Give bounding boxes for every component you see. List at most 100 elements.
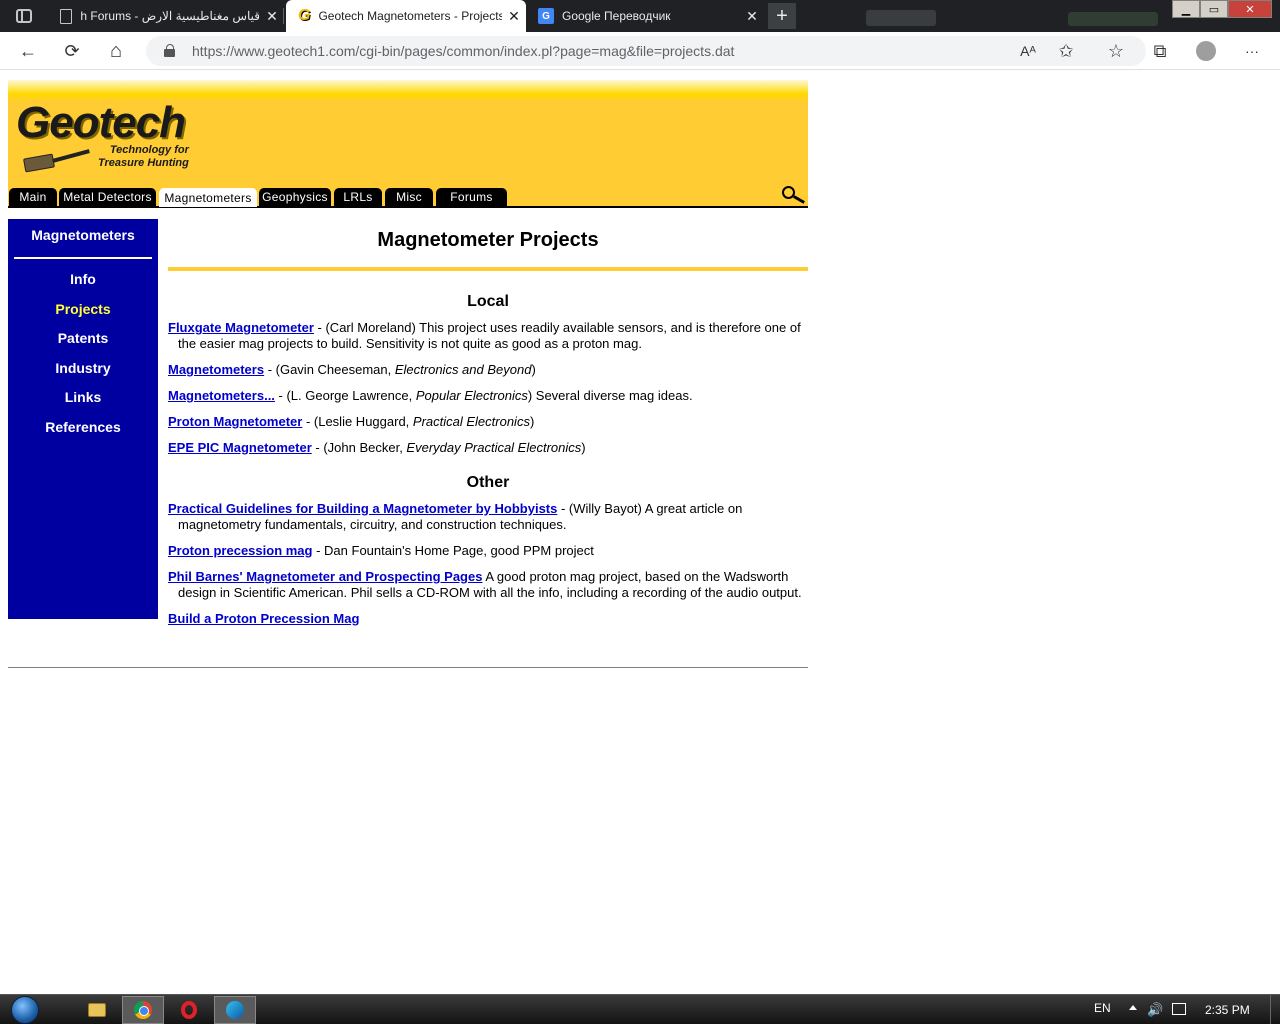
list-item: Practical Guidelines for Building a Magn…	[168, 501, 808, 533]
sidebar-item-projects[interactable]: Projects	[8, 295, 158, 325]
item-publication: Electronics and Beyond	[394, 362, 532, 377]
sidebar-item-references[interactable]: References	[8, 413, 158, 443]
project-link[interactable]: Magnetometers...	[168, 388, 275, 403]
list-item: Fluxgate Magnetometer - (Carl Moreland) …	[168, 320, 808, 352]
item-desc: - (Leslie Huggard,	[302, 414, 413, 429]
favorites-button[interactable]: ☆	[1102, 37, 1130, 65]
tab-close-icon[interactable]: ✕	[260, 8, 284, 25]
project-link[interactable]: Proton Magnetometer	[168, 414, 302, 429]
item-desc: )	[581, 440, 586, 455]
settings-menu-button[interactable]: ···	[1238, 37, 1266, 65]
network-icon[interactable]	[1172, 1003, 1186, 1015]
address-bar[interactable]: https://www.geotech1.com/cgi-bin/pages/c…	[146, 36, 1146, 66]
tagline-line: Technology for	[109, 144, 189, 156]
opera-icon	[181, 1001, 197, 1019]
taskbar-chrome[interactable]	[122, 996, 164, 1024]
volume-icon[interactable]: 🔊	[1147, 1002, 1163, 1018]
sidebar-divider	[14, 257, 152, 259]
search-icon[interactable]	[782, 186, 806, 204]
sidebar-item-links[interactable]: Links	[8, 383, 158, 413]
geotech-favicon-icon: G	[298, 7, 311, 24]
sidebar-item-industry[interactable]: Industry	[8, 354, 158, 384]
list-item: Magnetometers - (Gavin Cheeseman, Electr…	[168, 362, 808, 378]
taskbar-edge[interactable]	[214, 996, 256, 1024]
list-item: EPE PIC Magnetometer - (John Becker, Eve…	[168, 440, 808, 456]
project-link[interactable]: EPE PIC Magnetometer	[168, 440, 312, 455]
close-window-button[interactable]: ✕	[1228, 0, 1272, 18]
item-desc: - (L. George Lawrence,	[274, 388, 416, 403]
browser-tabstrip: قياس مغناطيسية الارض - Geotech Forums ✕ …	[0, 0, 1280, 32]
tab-separator	[283, 8, 284, 24]
show-hidden-icons[interactable]	[1129, 1005, 1137, 1010]
tab-actions-icon	[16, 9, 32, 23]
app-root: قياس مغناطيسية الارض - Geotech Forums ✕ …	[0, 0, 1280, 1024]
nav-tab-magnetometers[interactable]: Magnetometers	[159, 188, 257, 207]
geotech-logo[interactable]: Geotech	[16, 98, 186, 148]
main-content: Magnetometer Projects Local Fluxgate Mag…	[168, 219, 808, 627]
item-publication: Practical Electronics	[412, 414, 530, 429]
item-desc: - (Gavin Cheeseman,	[264, 362, 395, 377]
start-button[interactable]	[6, 995, 44, 1024]
tab-actions-button[interactable]	[6, 4, 42, 28]
project-link[interactable]: Magnetometers	[168, 362, 264, 377]
tab-close-icon[interactable]: ✕	[740, 8, 764, 25]
maximize-button[interactable]: ▭	[1200, 0, 1228, 18]
nav-tab-metal-detectors[interactable]: Metal Detectors	[59, 188, 156, 206]
list-item: Proton Magnetometer - (Leslie Huggard, P…	[168, 414, 808, 430]
project-link[interactable]: Fluxgate Magnetometer	[168, 320, 314, 335]
reload-button[interactable]: ⟳	[58, 37, 86, 65]
sidebar-item-patents[interactable]: Patents	[8, 324, 158, 354]
project-link[interactable]: Phil Barnes' Magnetometer and Prospectin…	[168, 569, 482, 584]
item-desc: ) Several diverse mag ideas.	[527, 388, 693, 403]
nav-tab-misc[interactable]: Misc	[385, 188, 433, 206]
tab-forums[interactable]: قياس مغناطيسية الارض - Geotech Forums ✕	[48, 0, 284, 32]
taskbar-explorer[interactable]	[76, 996, 118, 1024]
project-link[interactable]: Build a Proton Precession Mag	[168, 611, 359, 626]
new-tab-button[interactable]: +	[768, 3, 796, 29]
minimize-button[interactable]: ▁	[1172, 0, 1200, 18]
sidebar-links: Info Projects Patents Industry Links Ref…	[8, 265, 158, 442]
tab-title: Google Переводчик	[562, 9, 671, 23]
tab-geotech-projects[interactable]: G Geotech Magnetometers - Projects ✕	[286, 0, 526, 32]
folder-icon	[88, 1003, 106, 1017]
site-nav: Main Metal Detectors Magnetometers Geoph…	[8, 186, 808, 208]
tagline-line: Treasure Hunting	[98, 157, 189, 169]
site-banner: Geotech Technology for Treasure Hunting …	[8, 80, 808, 208]
taskbar-clock[interactable]: 2:35 PM	[1205, 1003, 1250, 1017]
metal-detector-icon	[23, 146, 90, 173]
taskbar-opera[interactable]	[168, 996, 210, 1024]
item-desc: - (John Becker,	[311, 440, 407, 455]
page-bottom-rule	[8, 667, 808, 668]
title-underline	[168, 267, 808, 271]
tab-google-translate[interactable]: G Google Переводчик ✕	[526, 0, 764, 32]
sidebar: Magnetometers Info Projects Patents Indu…	[8, 219, 158, 619]
section-heading-other: Other	[466, 474, 510, 491]
home-button[interactable]: ⌂	[102, 37, 130, 65]
nav-tab-geophysics[interactable]: Geophysics	[259, 188, 331, 206]
url-text[interactable]: https://www.geotech1.com/cgi-bin/pages/c…	[192, 43, 734, 59]
back-button[interactable]: ←	[14, 37, 42, 65]
sidebar-item-info[interactable]: Info	[8, 265, 158, 295]
tab-title: Geotech Magnetometers - Projects	[318, 9, 502, 23]
show-desktop-button[interactable]	[1270, 995, 1280, 1024]
page-title: Magnetometer Projects	[377, 229, 599, 251]
nav-tab-main[interactable]: Main	[9, 188, 57, 206]
profile-avatar[interactable]	[1196, 41, 1216, 61]
lock-icon	[164, 44, 176, 57]
google-translate-icon: G	[538, 8, 554, 24]
nav-tab-lrls[interactable]: LRLs	[334, 188, 382, 206]
collections-button[interactable]: ⧉	[1146, 37, 1174, 65]
nav-tab-forums[interactable]: Forums	[436, 188, 507, 206]
language-indicator[interactable]: EN	[1094, 1001, 1111, 1015]
window-controls: ▁ ▭ ✕	[1172, 0, 1272, 18]
add-favorite-icon[interactable]: ✩	[1052, 37, 1080, 65]
list-item: Build a Proton Precession Mag	[168, 611, 808, 627]
project-link[interactable]: Proton precession mag	[168, 543, 312, 558]
list-item: Phil Barnes' Magnetometer and Prospectin…	[168, 569, 808, 601]
geotech-page: Geotech Technology for Treasure Hunting …	[8, 80, 808, 668]
chrome-icon	[134, 1001, 152, 1019]
read-aloud-icon[interactable]: Aᴬ	[1014, 37, 1042, 65]
item-desc: )	[529, 414, 535, 429]
project-link[interactable]: Practical Guidelines for Building a Magn…	[168, 501, 557, 516]
tab-close-icon[interactable]: ✕	[502, 8, 526, 25]
